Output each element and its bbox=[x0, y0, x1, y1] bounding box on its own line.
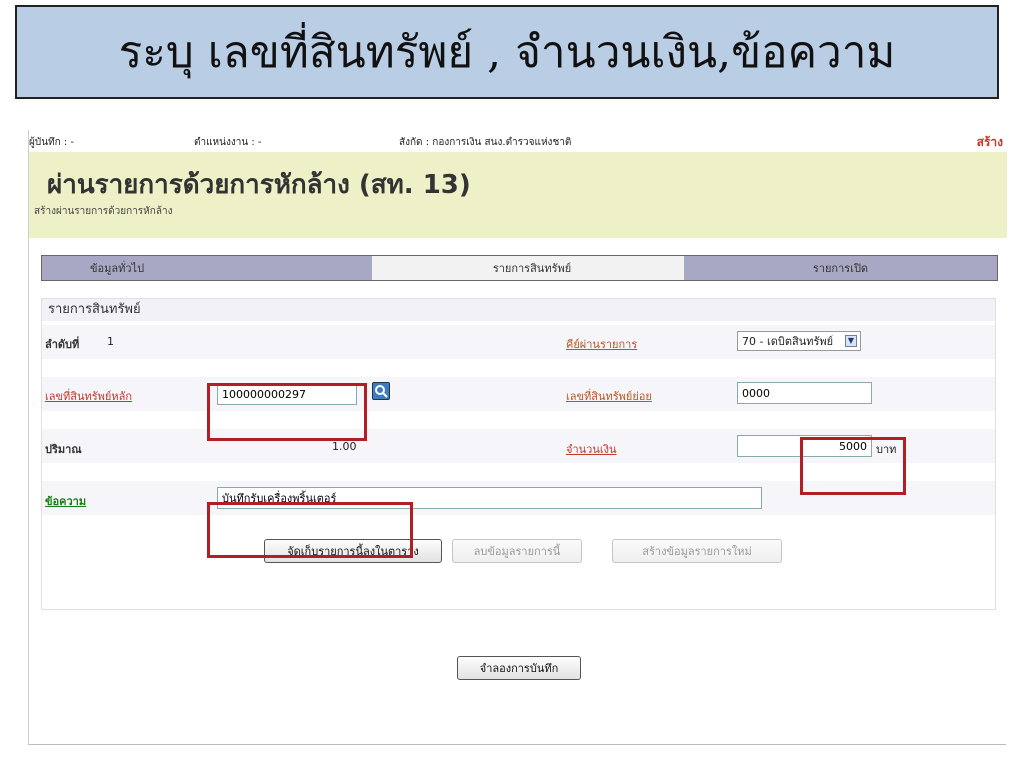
tab-open-items[interactable]: รายการเปิด bbox=[684, 256, 997, 280]
affiliation-label: สังกัด : กองการเงิน สนง.ตำรวจแห่งชาติ bbox=[399, 137, 572, 148]
highlight-main-asset bbox=[207, 383, 367, 441]
chevron-down-icon: ▼ bbox=[845, 335, 857, 347]
recorder-label: ผู้บันทึก : - bbox=[29, 137, 75, 148]
position-label: ตำแหน่งงาน : - bbox=[194, 137, 262, 148]
posting-key-select[interactable]: 70 - เดบิตสินทรัพย์ ▼ bbox=[737, 331, 861, 351]
quantity-label: ปริมาณ bbox=[45, 443, 82, 456]
user-info-bar: ผู้บันทึก : - ตำแหน่งงาน : - สังกัด : กอ… bbox=[29, 130, 1007, 152]
search-icon bbox=[375, 385, 388, 398]
posting-key-link[interactable]: คีย์ผ่านรายการ bbox=[566, 335, 637, 353]
tab-asset-items[interactable]: รายการสินทรัพย์ bbox=[372, 256, 684, 280]
sub-asset-link[interactable]: เลขที่สินทรัพย์ย่อย bbox=[566, 387, 652, 405]
search-button[interactable] bbox=[372, 382, 390, 400]
section-title: รายการสินทรัพย์ bbox=[42, 299, 995, 321]
main-asset-link[interactable]: เลขที่สินทรัพย์หลัก bbox=[45, 387, 132, 405]
seq-label: ลำดับที่ bbox=[45, 338, 80, 351]
text-link[interactable]: ข้อความ bbox=[45, 492, 86, 510]
instruction-banner: ระบุ เลขที่สินทรัพย์ , จำนวนเงิน,ข้อความ bbox=[15, 5, 999, 99]
page-header: ผ่านรายการด้วยการหักล้าง (สท. 13) สร้างผ… bbox=[29, 152, 1007, 238]
posting-key-value: 70 - เดบิตสินทรัพย์ bbox=[742, 335, 834, 348]
seq-value: 1 bbox=[107, 335, 114, 348]
simulate-button[interactable]: จำลองการบันทึก bbox=[457, 656, 581, 680]
tab-general[interactable]: ข้อมูลทั่วไป bbox=[42, 256, 372, 280]
highlight-amount bbox=[800, 437, 906, 495]
page-title: ผ่านรายการด้วยการหักล้าง (สท. 13) bbox=[47, 170, 471, 200]
quantity-value: 1.00 bbox=[332, 440, 357, 453]
form-row-actions: จัดเก็บรายการนี้ลงในตาราง ลบข้อมูลรายการ… bbox=[42, 533, 995, 567]
sub-asset-input[interactable] bbox=[737, 382, 872, 404]
tab-bar: ข้อมูลทั่วไป รายการสินทรัพย์ รายการเปิด bbox=[41, 255, 998, 281]
delete-row-button[interactable]: ลบข้อมูลรายการนี้ bbox=[452, 539, 582, 563]
page-subtitle: สร้างผ่านรายการด้วยการหักล้าง bbox=[34, 206, 173, 217]
form-row-seq: ลำดับที่ 1 คีย์ผ่านรายการ 70 - เดบิตสินท… bbox=[42, 325, 995, 359]
new-row-button[interactable]: สร้างข้อมูลรายการใหม่ bbox=[612, 539, 782, 563]
amount-link[interactable]: จำนวนเงิน bbox=[566, 440, 617, 458]
instruction-text: ระบุ เลขที่สินทรัพย์ , จำนวนเงิน,ข้อความ bbox=[118, 27, 896, 78]
form-row-asset: เลขที่สินทรัพย์หลัก เลขที่สินทรัพย์ย่อย bbox=[42, 377, 995, 411]
create-link[interactable]: สร้าง bbox=[977, 133, 1003, 152]
highlight-text bbox=[207, 502, 413, 558]
